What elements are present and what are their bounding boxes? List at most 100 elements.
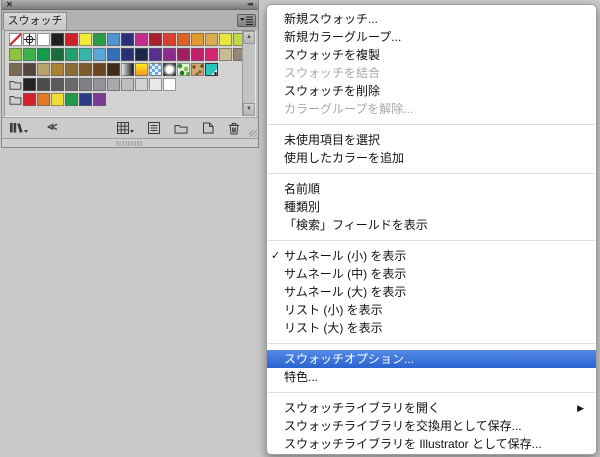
swatch[interactable] <box>51 63 64 76</box>
menu-item[interactable]: リスト (大) を表示 <box>267 319 596 337</box>
menu-item[interactable]: サムネール (大) を表示 <box>267 283 596 301</box>
swatch[interactable] <box>37 48 50 61</box>
swatch[interactable] <box>51 93 64 106</box>
swatch-none[interactable] <box>9 33 22 46</box>
color-group-folder-icon[interactable] <box>9 78 22 91</box>
panel-resize-bar[interactable] <box>2 138 258 147</box>
swatch[interactable] <box>93 93 106 106</box>
corner-resize-grip-icon[interactable] <box>249 130 257 137</box>
scroll-down-icon[interactable]: ▼ <box>243 103 255 116</box>
swatch[interactable] <box>191 33 204 46</box>
menu-item[interactable]: 新規カラーグループ... <box>267 28 596 46</box>
swatch[interactable] <box>219 33 232 46</box>
swatch-spot[interactable] <box>205 63 218 76</box>
swatch-pattern-radial[interactable] <box>163 63 176 76</box>
swatch[interactable] <box>79 93 92 106</box>
panel-title-bar[interactable]: ✕ ◂◂ <box>2 0 258 10</box>
swatch[interactable] <box>135 33 148 46</box>
menu-item[interactable]: 種類別 <box>267 198 596 216</box>
swatch-options-button[interactable] <box>148 122 160 134</box>
swatch[interactable] <box>93 78 106 91</box>
menu-item[interactable]: リスト (小) を表示 <box>267 301 596 319</box>
swatch[interactable] <box>37 33 50 46</box>
swatch[interactable] <box>93 63 106 76</box>
menu-item[interactable]: 名前順 <box>267 180 596 198</box>
swatch-scrollbar[interactable]: ▲ ▼ <box>242 31 255 116</box>
menu-item[interactable]: スウォッチオプション... <box>267 350 596 368</box>
swatch-pattern-check[interactable] <box>149 63 162 76</box>
swatch[interactable] <box>65 48 78 61</box>
swatch[interactable] <box>79 48 92 61</box>
menu-item[interactable]: 新規スウォッチ... <box>267 10 596 28</box>
swatch-registration[interactable] <box>23 33 36 46</box>
swatch[interactable] <box>149 78 162 91</box>
swatch[interactable] <box>79 33 92 46</box>
swatch[interactable] <box>23 63 36 76</box>
swatch[interactable] <box>149 33 162 46</box>
swatch-libraries-menu-button[interactable] <box>9 122 28 134</box>
new-color-group-button[interactable] <box>174 123 188 134</box>
menu-item[interactable]: スウォッチを複製 <box>267 46 596 64</box>
swatch[interactable] <box>79 63 92 76</box>
swatch[interactable] <box>135 78 148 91</box>
collapse-panel-icon[interactable]: ◂◂ <box>247 1 252 8</box>
swatch[interactable] <box>37 78 50 91</box>
swatch-pattern-green[interactable] <box>177 63 190 76</box>
swatch[interactable] <box>65 63 78 76</box>
new-swatch-button[interactable] <box>202 122 214 134</box>
swatch[interactable] <box>163 48 176 61</box>
menu-item[interactable]: スウォッチライブラリを交換用として保存... <box>267 417 596 435</box>
swatch-gradient-bw[interactable] <box>121 63 134 76</box>
menu-item[interactable]: 「検索」フィールドを表示 <box>267 216 596 234</box>
swatch[interactable] <box>163 33 176 46</box>
swatch-pattern-speckle[interactable] <box>191 63 204 76</box>
swatch[interactable] <box>121 78 134 91</box>
swatch[interactable] <box>93 48 106 61</box>
swatch[interactable] <box>9 48 22 61</box>
swatch[interactable] <box>37 63 50 76</box>
panel-menu-button[interactable] <box>237 14 256 27</box>
swatch[interactable] <box>107 33 120 46</box>
show-swatch-kinds-menu-button[interactable] <box>117 122 134 134</box>
menu-item[interactable]: 使用したカラーを追加 <box>267 149 596 167</box>
menu-item[interactable]: スウォッチを削除 <box>267 82 596 100</box>
swatch[interactable] <box>65 78 78 91</box>
swatch[interactable] <box>51 78 64 91</box>
swatch[interactable] <box>23 78 36 91</box>
menu-item[interactable]: 未使用項目を選択 <box>267 131 596 149</box>
swatch[interactable] <box>191 48 204 61</box>
swatch[interactable] <box>219 48 232 61</box>
swatch[interactable] <box>51 33 64 46</box>
swatch[interactable] <box>79 78 92 91</box>
tab-swatches[interactable]: スウォッチ <box>3 12 67 30</box>
swatch[interactable] <box>177 48 190 61</box>
swatch[interactable] <box>177 33 190 46</box>
scroll-up-icon[interactable]: ▲ <box>243 31 255 44</box>
swatch[interactable] <box>23 48 36 61</box>
swatch[interactable] <box>51 48 64 61</box>
swatch[interactable] <box>107 78 120 91</box>
swatch[interactable] <box>205 33 218 46</box>
swatch[interactable] <box>107 63 120 76</box>
swatch[interactable] <box>65 93 78 106</box>
swatch[interactable] <box>93 33 106 46</box>
swatch[interactable] <box>9 63 22 76</box>
swatch[interactable] <box>135 48 148 61</box>
close-icon[interactable]: ✕ <box>6 1 13 9</box>
swatch[interactable] <box>37 93 50 106</box>
swatch[interactable] <box>23 93 36 106</box>
menu-item[interactable]: ✓サムネール (小) を表示 <box>267 247 596 265</box>
color-group-folder-icon[interactable] <box>9 93 22 106</box>
swatch[interactable] <box>121 33 134 46</box>
swatch[interactable] <box>163 78 176 91</box>
menu-item[interactable]: スウォッチライブラリを開く▶ <box>267 399 596 417</box>
swatch-gradient-yellow-orange[interactable] <box>135 63 148 76</box>
color-themes-button[interactable]: ≪ <box>47 123 57 133</box>
menu-item[interactable]: サムネール (中) を表示 <box>267 265 596 283</box>
swatch[interactable] <box>107 48 120 61</box>
menu-item[interactable]: スウォッチライブラリを Illustrator として保存... <box>267 435 596 453</box>
delete-swatch-button[interactable] <box>228 122 240 135</box>
swatch[interactable] <box>205 48 218 61</box>
swatch[interactable] <box>65 33 78 46</box>
swatch[interactable] <box>121 48 134 61</box>
